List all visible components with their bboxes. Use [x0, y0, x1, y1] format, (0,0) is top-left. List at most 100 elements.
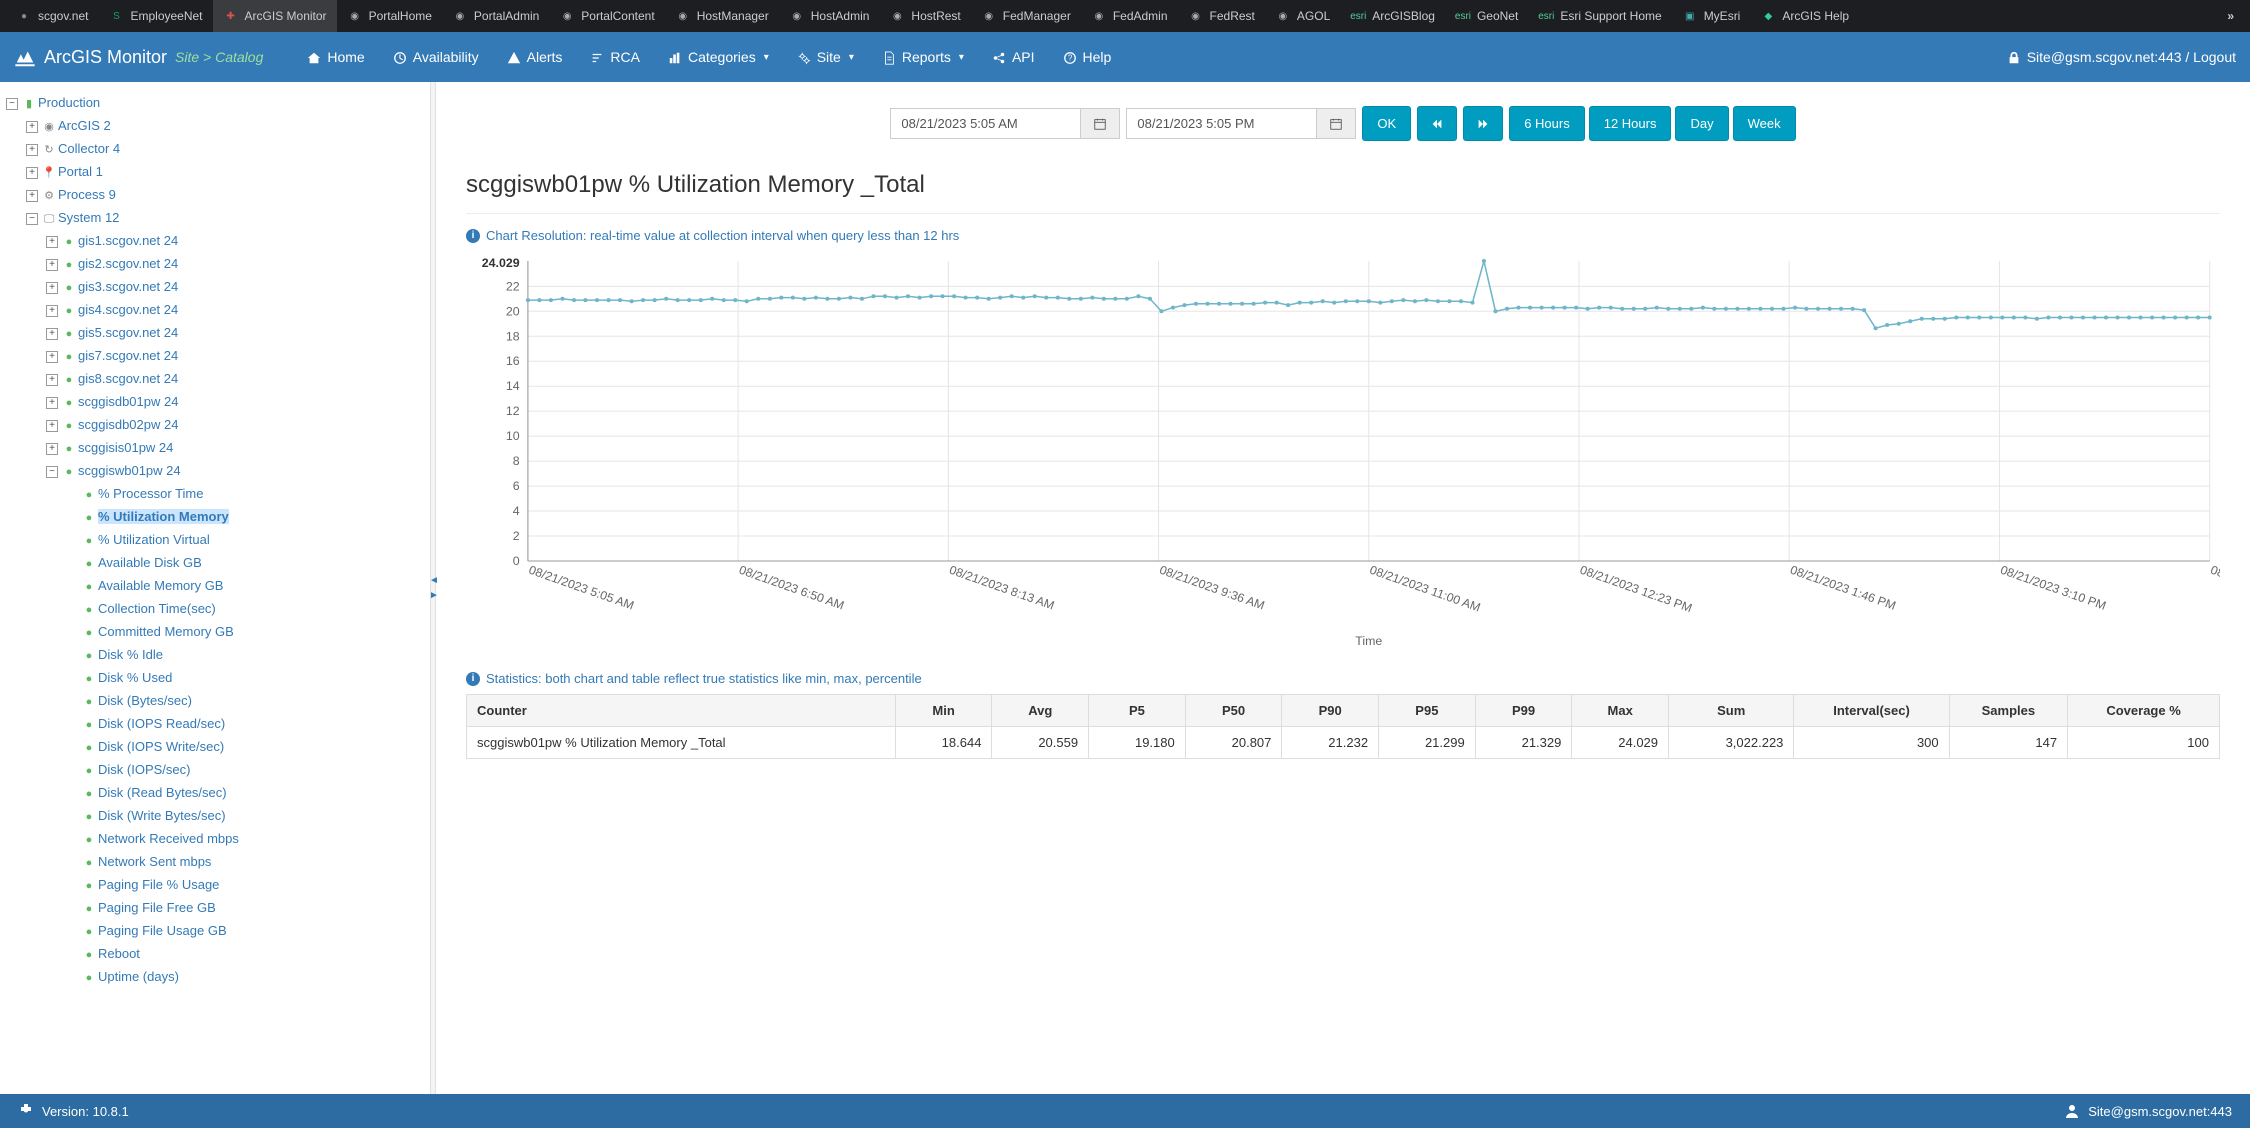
tree-node-label[interactable]: % Utilization Memory — [98, 509, 229, 524]
tree-node-label[interactable]: gis4.scgov.net 24 — [78, 302, 178, 317]
expand-icon[interactable]: + — [46, 374, 58, 386]
table-header[interactable]: Sum — [1669, 695, 1794, 727]
table-header[interactable]: Max — [1572, 695, 1669, 727]
table-header[interactable]: Counter — [467, 695, 896, 727]
expand-icon[interactable]: + — [46, 351, 58, 363]
collapse-left-icon[interactable]: ◄ — [429, 575, 439, 586]
tree-node-label[interactable]: gis7.scgov.net 24 — [78, 348, 178, 363]
tree-node-label[interactable]: Collector 4 — [58, 141, 120, 156]
calendar-icon[interactable] — [1080, 108, 1120, 139]
tree-node-label[interactable]: Disk (IOPS Write/sec) — [98, 739, 224, 754]
nav-alerts[interactable]: Alerts — [493, 32, 577, 82]
end-date-input[interactable] — [1126, 108, 1316, 139]
browser-tab[interactable]: ◉AGOL — [1265, 0, 1340, 32]
table-header[interactable]: P5 — [1089, 695, 1186, 727]
table-header[interactable]: Coverage % — [2068, 695, 2220, 727]
expand-icon[interactable]: + — [46, 305, 58, 317]
expand-right-icon[interactable]: ► — [429, 590, 439, 601]
browser-tab[interactable]: ◉FedManager — [971, 0, 1081, 32]
expand-icon[interactable]: + — [26, 167, 38, 179]
nav-home[interactable]: Home — [293, 32, 378, 82]
table-header[interactable]: P50 — [1185, 695, 1282, 727]
collapse-icon[interactable]: − — [46, 466, 58, 478]
sidebar-resizer[interactable]: ◄► — [430, 82, 436, 1094]
table-header[interactable]: Avg — [992, 695, 1089, 727]
table-header[interactable]: Interval(sec) — [1794, 695, 1949, 727]
table-header[interactable]: P90 — [1282, 695, 1379, 727]
nav-help[interactable]: ?Help — [1049, 32, 1126, 82]
browser-tab[interactable]: ◉FedRest — [1178, 0, 1265, 32]
browser-tab[interactable]: ◉FedAdmin — [1081, 0, 1178, 32]
tree-node-label[interactable]: scggisdb02pw 24 — [78, 417, 178, 432]
browser-tab[interactable]: ◉PortalAdmin — [442, 0, 549, 32]
tree-node-label[interactable]: % Processor Time — [98, 486, 203, 501]
tree-node-label[interactable]: scggisdb01pw 24 — [78, 394, 178, 409]
tree-node-label[interactable]: Uptime (days) — [98, 969, 179, 984]
tree-node-label[interactable]: Network Sent mbps — [98, 854, 211, 869]
tree-node-label[interactable]: Committed Memory GB — [98, 624, 234, 639]
tree-node-label[interactable]: scggisis01pw 24 — [78, 440, 173, 455]
expand-icon[interactable]: + — [46, 282, 58, 294]
tree-node-label[interactable]: System 12 — [58, 210, 119, 225]
browser-tab[interactable]: SEmployeeNet — [98, 0, 212, 32]
browser-tab[interactable]: ✚ArcGIS Monitor — [213, 0, 337, 32]
range-button-week[interactable]: Week — [1733, 106, 1796, 141]
tree-node-label[interactable]: % Utilization Virtual — [98, 532, 210, 547]
table-header[interactable]: Samples — [1949, 695, 2067, 727]
browser-tab[interactable]: ●scgov.net — [6, 0, 98, 32]
calendar-icon[interactable] — [1316, 108, 1356, 139]
tree-node-label[interactable]: Disk (Bytes/sec) — [98, 693, 192, 708]
browser-tab[interactable]: ◉HostAdmin — [779, 0, 880, 32]
tree-node-label[interactable]: Paging File Usage GB — [98, 923, 227, 938]
nav-categories[interactable]: Categories▾ — [654, 32, 783, 82]
tree-node-label[interactable]: Available Memory GB — [98, 578, 223, 593]
tree-node-label[interactable]: gis3.scgov.net 24 — [78, 279, 178, 294]
browser-tab[interactable]: esriGeoNet — [1445, 0, 1528, 32]
range-button-6-hours[interactable]: 6 Hours — [1509, 106, 1585, 141]
tree-node-label[interactable]: Disk (Read Bytes/sec) — [98, 785, 227, 800]
step-back-button[interactable] — [1417, 106, 1457, 141]
tree-node-label[interactable]: Production — [38, 95, 100, 110]
browser-tab[interactable]: ◉HostRest — [879, 0, 970, 32]
tree-node-label[interactable]: Disk (Write Bytes/sec) — [98, 808, 226, 823]
expand-icon[interactable]: + — [26, 190, 38, 202]
browser-tab[interactable]: esriEsri Support Home — [1528, 0, 1671, 32]
tree-node-label[interactable]: gis5.scgov.net 24 — [78, 325, 178, 340]
expand-icon[interactable]: + — [26, 144, 38, 156]
collapse-icon[interactable]: − — [6, 98, 18, 110]
nav-api[interactable]: API — [978, 32, 1049, 82]
expand-icon[interactable]: + — [46, 397, 58, 409]
tree-node-label[interactable]: scggiswb01pw 24 — [78, 463, 181, 478]
tree-node-label[interactable]: Paging File Free GB — [98, 900, 216, 915]
nav-availability[interactable]: Availability — [379, 32, 493, 82]
tree-node-label[interactable]: gis1.scgov.net 24 — [78, 233, 178, 248]
tree-node-label[interactable]: gis2.scgov.net 24 — [78, 256, 178, 271]
breadcrumb[interactable]: Site > Catalog — [175, 49, 263, 65]
browser-tab[interactable]: ◉HostManager — [665, 0, 779, 32]
table-header[interactable]: Min — [895, 695, 992, 727]
browser-tab[interactable]: ◆ArcGIS Help — [1750, 0, 1859, 32]
tree-node-label[interactable]: Collection Time(sec) — [98, 601, 216, 616]
collapse-icon[interactable]: − — [26, 213, 38, 225]
nav-rca[interactable]: RCA — [576, 32, 654, 82]
browser-tab[interactable]: esriArcGISBlog — [1340, 0, 1445, 32]
range-button-day[interactable]: Day — [1675, 106, 1728, 141]
range-button-12-hours[interactable]: 12 Hours — [1589, 106, 1672, 141]
tree-node-label[interactable]: Paging File % Usage — [98, 877, 219, 892]
browser-tab[interactable]: ◉PortalContent — [549, 0, 664, 32]
expand-icon[interactable]: + — [46, 420, 58, 432]
tree-node-label[interactable]: gis8.scgov.net 24 — [78, 371, 178, 386]
navbar-site-info[interactable]: Site@gsm.scgov.net:443 / Logout — [2027, 49, 2236, 65]
tree-node-label[interactable]: Disk (IOPS Read/sec) — [98, 716, 225, 731]
expand-icon[interactable]: + — [26, 121, 38, 133]
tree-node-label[interactable]: Process 9 — [58, 187, 116, 202]
app-brand[interactable]: ArcGIS Monitor — [14, 46, 167, 68]
expand-icon[interactable]: + — [46, 328, 58, 340]
nav-site[interactable]: Site▾ — [783, 32, 868, 82]
tree-node-label[interactable]: ArcGIS 2 — [58, 118, 111, 133]
tree-node-label[interactable]: Portal 1 — [58, 164, 103, 179]
chart[interactable]: 024681012141618202224.02908/21/2023 5:05… — [466, 251, 2220, 651]
browser-tab[interactable]: ◉PortalHome — [337, 0, 442, 32]
table-header[interactable]: P95 — [1379, 695, 1476, 727]
tree-node-label[interactable]: Disk % Idle — [98, 647, 163, 662]
